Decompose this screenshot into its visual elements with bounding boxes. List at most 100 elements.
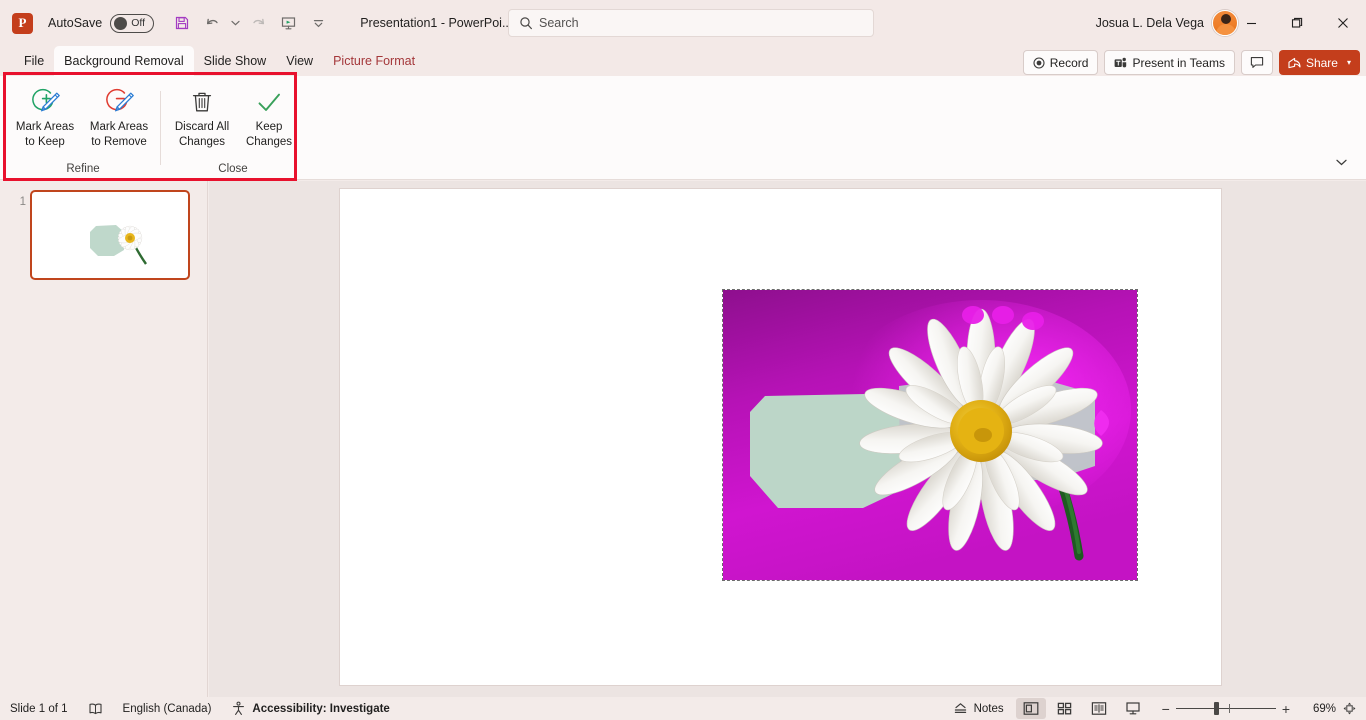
slide-count-label: Slide 1 of 1 xyxy=(10,702,68,715)
discard-all-changes-button[interactable]: Discard All Changes xyxy=(166,80,238,149)
close-button[interactable] xyxy=(1320,0,1366,46)
save-icon[interactable] xyxy=(168,9,196,37)
slide-surface[interactable] xyxy=(340,189,1221,685)
mark-areas-to-remove-label-line1: Mark Areas xyxy=(89,121,149,133)
view-normal[interactable] xyxy=(1015,698,1046,719)
view-slideshow[interactable] xyxy=(1118,698,1148,719)
tab-picture-format[interactable]: Picture Format xyxy=(323,46,425,76)
mark-areas-to-keep-button[interactable]: Mark Areas to Keep xyxy=(9,80,81,149)
trash-icon xyxy=(188,84,216,120)
record-button[interactable]: Record xyxy=(1022,50,1099,75)
slide-thumbnail-image xyxy=(90,225,147,265)
accessibility-icon xyxy=(231,701,246,716)
share-caret-chevron-down-icon[interactable]: ▾ xyxy=(1347,58,1351,67)
redo-icon[interactable] xyxy=(244,9,272,37)
ribbon-right-actions: Record Present in Teams Share ▾ xyxy=(1022,50,1360,75)
search-input[interactable] xyxy=(539,16,839,30)
slide-number-label: 1 xyxy=(19,196,26,208)
keep-changes-button[interactable]: Keep Changes xyxy=(238,80,300,149)
present-in-teams-label: Present in Teams xyxy=(1132,55,1225,70)
tab-slide-show[interactable]: Slide Show xyxy=(194,46,277,76)
user-name-label: Josua L. Dela Vega xyxy=(1095,16,1204,30)
slide-sorter-icon xyxy=(1057,701,1072,716)
undo-icon[interactable] xyxy=(198,9,226,37)
view-slide-sorter[interactable] xyxy=(1050,698,1080,719)
zoom-track[interactable] xyxy=(1175,702,1276,715)
zoom-slider[interactable]: − + xyxy=(1156,701,1296,717)
view-reading[interactable] xyxy=(1084,698,1114,719)
comment-icon xyxy=(1250,56,1264,69)
collapse-ribbon-chevron-down-icon[interactable] xyxy=(1330,152,1352,172)
present-in-teams-button[interactable]: Present in Teams xyxy=(1104,50,1235,75)
ribbon-group-close-label: Close xyxy=(218,163,248,175)
ribbon-group-refine: Mark Areas to Keep Mark Areas to Remove … xyxy=(8,76,158,180)
zoom-100-tick xyxy=(1228,704,1230,713)
search-box[interactable] xyxy=(508,9,874,37)
spellcheck-button[interactable] xyxy=(78,697,113,720)
notes-button[interactable]: Notes xyxy=(943,697,1014,720)
autosave-toggle[interactable]: Off xyxy=(110,13,155,33)
notes-icon xyxy=(88,702,103,716)
share-button[interactable]: Share ▾ xyxy=(1278,50,1360,75)
language-indicator[interactable]: English (Canada) xyxy=(113,697,222,720)
autosave-toggle-knob xyxy=(114,16,128,30)
keep-changes-label-line2: Changes xyxy=(245,135,293,148)
autosave-label: AutoSave xyxy=(48,16,103,30)
tab-file[interactable]: File xyxy=(14,46,54,76)
ribbon-groups: Mark Areas to Keep Mark Areas to Remove … xyxy=(8,76,303,180)
share-icon xyxy=(1288,57,1301,69)
discard-all-changes-label-line2: Changes xyxy=(178,135,226,148)
zoom-out-button[interactable]: − xyxy=(1156,701,1176,717)
mark-keep-icon xyxy=(28,84,62,120)
fit-slide-icon[interactable] xyxy=(1336,698,1362,719)
notes-label: Notes xyxy=(973,702,1004,715)
comments-button[interactable] xyxy=(1240,50,1273,75)
autosave-state-label: Off xyxy=(131,17,146,29)
mark-areas-to-keep-label-line1: Mark Areas xyxy=(15,121,75,133)
slide-count-indicator[interactable]: Slide 1 of 1 xyxy=(0,697,78,720)
document-title[interactable]: Presentation1 - PowerPoi... xyxy=(360,16,512,30)
discard-all-changes-label-line1: Discard All xyxy=(174,121,230,133)
daisy-picture[interactable] xyxy=(722,289,1138,581)
status-bar: Slide 1 of 1 English (Canada) Accessibil… xyxy=(0,697,1366,720)
customize-quick-access-chevron-down-bar-icon[interactable] xyxy=(304,9,332,37)
slideshow-icon[interactable] xyxy=(274,9,302,37)
slideshow-view-icon xyxy=(1125,701,1141,716)
ribbon-group-separator xyxy=(160,91,161,165)
normal-view-icon xyxy=(1023,701,1039,716)
mark-areas-to-remove-button[interactable]: Mark Areas to Remove xyxy=(81,80,157,149)
language-label: English (Canada) xyxy=(122,702,212,715)
keep-changes-label-line1: Keep xyxy=(255,121,283,133)
refine-group-items: Mark Areas to Keep Mark Areas to Remove xyxy=(9,76,157,158)
zoom-handle[interactable] xyxy=(1213,702,1219,715)
zoom-in-button[interactable]: + xyxy=(1276,701,1296,717)
record-label: Record xyxy=(1049,55,1089,70)
tab-background-removal[interactable]: Background Removal xyxy=(54,46,194,76)
slide-thumbnail-1[interactable] xyxy=(30,190,190,280)
maximize-button[interactable] xyxy=(1274,0,1320,46)
powerpoint-logo: P xyxy=(12,12,33,34)
ribbon-group-refine-label: Refine xyxy=(66,163,100,175)
daisy-picture-image xyxy=(723,290,1137,580)
mark-areas-to-remove-label-line2: to Remove xyxy=(91,135,147,148)
quick-access-toolbar xyxy=(168,9,332,37)
powerpoint-window: P AutoSave Off Presentation1 - PowerPoi.… xyxy=(0,0,1366,720)
slide-thumbnail-panel: 1 xyxy=(0,181,208,697)
accessibility-label: Accessibility: Investigate xyxy=(252,702,390,715)
ribbon-group-close: Discard All Changes Keep Changes Close xyxy=(163,76,303,180)
teams-icon xyxy=(1114,57,1127,69)
mark-remove-icon xyxy=(102,84,136,120)
slide-canvas-area xyxy=(209,181,1366,697)
search-icon xyxy=(519,16,533,30)
user-account-area[interactable]: Josua L. Dela Vega xyxy=(1096,0,1238,46)
check-icon xyxy=(253,84,285,120)
status-bar-right: Notes − + 69% xyxy=(943,697,1362,720)
record-icon xyxy=(1033,56,1045,69)
undo-dropdown-chevron-down-icon[interactable] xyxy=(228,9,242,37)
accessibility-indicator[interactable]: Accessibility: Investigate xyxy=(221,697,399,720)
zoom-level-label[interactable]: 69% xyxy=(1302,703,1336,715)
minimize-button[interactable] xyxy=(1228,0,1274,46)
window-controls xyxy=(1228,0,1366,46)
close-group-items: Discard All Changes Keep Changes xyxy=(166,76,300,158)
tab-view[interactable]: View xyxy=(276,46,323,76)
